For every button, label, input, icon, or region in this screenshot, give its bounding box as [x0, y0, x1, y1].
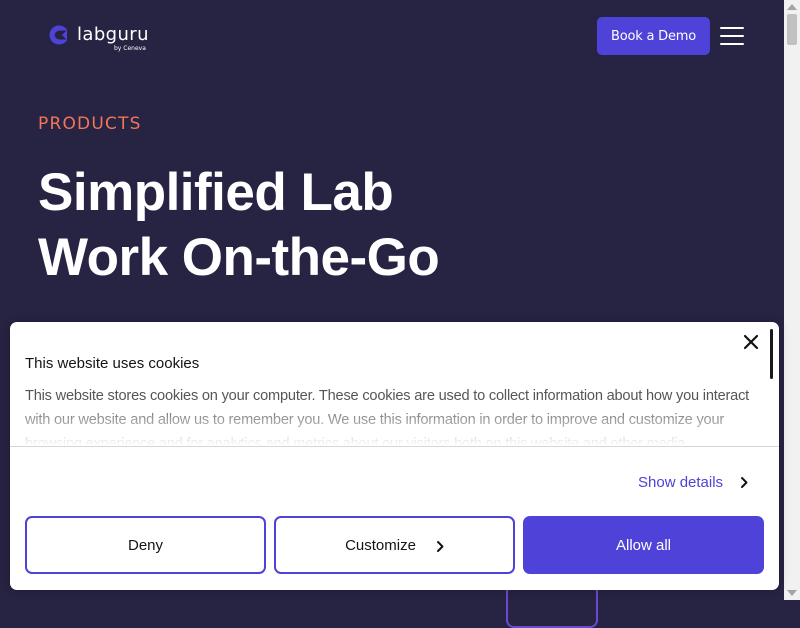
- cookie-banner-title: This website uses cookies: [25, 355, 200, 372]
- cookie-divider: [10, 446, 779, 447]
- book-demo-button[interactable]: Book a Demo: [597, 17, 710, 55]
- chevron-right-icon: [741, 476, 748, 488]
- scroll-up-arrow-icon[interactable]: [787, 4, 797, 10]
- scroll-down-arrow-icon[interactable]: [787, 590, 797, 596]
- show-details-link[interactable]: Show details: [638, 471, 748, 493]
- logo-wordmark: labguru: [77, 24, 149, 45]
- allow-all-button[interactable]: Allow all: [523, 516, 764, 574]
- customize-label: Customize: [345, 536, 416, 554]
- labguru-logo[interactable]: labguru by Ceneva: [48, 22, 168, 54]
- device-illustration: [506, 584, 598, 628]
- cookie-text-scrollbar[interactable]: [770, 329, 773, 379]
- logo-tagline: by Ceneva: [114, 45, 146, 52]
- deny-button[interactable]: Deny: [25, 516, 266, 574]
- hero-title: Simplified Lab Work On-the-Go: [38, 163, 440, 287]
- scrollbar-thumb[interactable]: [787, 14, 797, 45]
- labguru-logo-icon: [49, 25, 69, 45]
- show-details-label: Show details: [638, 473, 724, 491]
- chevron-right-icon: [436, 540, 444, 552]
- scrollbar-track[interactable]: [784, 0, 800, 600]
- hero-eyebrow: PRODUCTS: [38, 114, 142, 134]
- cookie-consent-banner: This website uses cookies This website s…: [10, 322, 779, 590]
- hamburger-menu-icon[interactable]: [719, 25, 745, 47]
- cookie-text-fade: [25, 402, 770, 446]
- customize-button[interactable]: Customize: [274, 516, 515, 574]
- close-icon[interactable]: [741, 332, 761, 352]
